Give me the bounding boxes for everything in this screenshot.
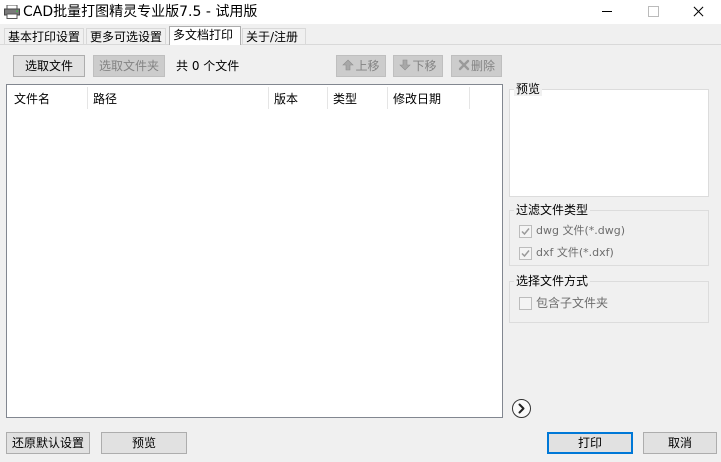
tab-basic-print-settings[interactable]: 基本打印设置	[4, 28, 84, 45]
dwg-checkbox[interactable]: dwg 文件(*.dwg)	[519, 224, 699, 239]
arrow-up-icon	[342, 57, 355, 77]
column-separator	[469, 87, 470, 109]
column-separator	[327, 87, 328, 109]
include-subfolders-checkbox[interactable]: 包含子文件夹	[519, 296, 699, 311]
move-down-button[interactable]: 下移	[393, 55, 443, 77]
restore-defaults-button[interactable]: 还原默认设置	[6, 432, 90, 454]
close-button[interactable]	[675, 0, 721, 24]
cancel-button[interactable]: 取消	[643, 432, 717, 454]
column-header-version[interactable]: 版本	[274, 91, 298, 107]
title-bar: CAD批量打图精灵专业版7.5 - 试用版	[0, 0, 721, 24]
printer-icon	[4, 4, 20, 19]
tab-divider	[0, 44, 721, 45]
preview-button[interactable]: 预览	[101, 432, 187, 454]
select-folder-button[interactable]: 选取文件夹	[93, 55, 165, 77]
preview-label: 预览	[514, 82, 543, 96]
move-up-label: 上移	[355, 59, 380, 73]
print-button[interactable]: 打印	[547, 432, 633, 454]
checkbox-box	[519, 225, 532, 238]
column-header-type[interactable]: 类型	[333, 91, 357, 107]
delete-button[interactable]: 删除	[451, 55, 502, 77]
selection-mode-label: 选择文件方式	[514, 274, 591, 288]
preview-panel	[509, 89, 709, 197]
file-list[interactable]: 文件名 路径 版本 类型 修改日期	[6, 84, 503, 418]
move-up-button[interactable]: 上移	[336, 55, 386, 77]
tab-strip: 基本打印设置 更多可选设置 多文档打印 关于/注册	[0, 26, 721, 46]
tab-multi-document-print[interactable]: 多文档打印	[169, 26, 241, 45]
expand-panel-button[interactable]	[512, 399, 531, 418]
column-header-filename[interactable]: 文件名	[14, 91, 50, 107]
window-title: CAD批量打图精灵专业版7.5 - 试用版	[23, 4, 258, 20]
checkbox-box	[519, 247, 532, 260]
minimize-button[interactable]	[584, 0, 630, 24]
filter-group-label: 过滤文件类型	[514, 203, 591, 217]
column-separator	[268, 87, 269, 109]
column-header-modified-date[interactable]: 修改日期	[393, 91, 441, 107]
move-down-label: 下移	[412, 59, 437, 73]
dxf-checkbox-label: dxf 文件(*.dxf)	[536, 246, 614, 259]
select-files-button[interactable]: 选取文件	[13, 55, 85, 77]
column-separator	[87, 87, 88, 109]
include-subfolders-label: 包含子文件夹	[536, 296, 609, 310]
tab-more-options[interactable]: 更多可选设置	[86, 28, 166, 45]
maximize-button[interactable]	[630, 0, 676, 24]
dwg-checkbox-label: dwg 文件(*.dwg)	[536, 224, 625, 237]
x-icon	[458, 57, 470, 77]
checkbox-box	[519, 297, 532, 310]
tab-about-register[interactable]: 关于/注册	[242, 28, 306, 45]
dxf-checkbox[interactable]: dxf 文件(*.dxf)	[519, 246, 699, 261]
delete-label: 删除	[470, 59, 495, 73]
file-count: 共 0 个文件	[176, 59, 240, 73]
column-separator	[387, 87, 388, 109]
arrow-down-icon	[399, 57, 412, 77]
column-header-path[interactable]: 路径	[93, 91, 117, 107]
